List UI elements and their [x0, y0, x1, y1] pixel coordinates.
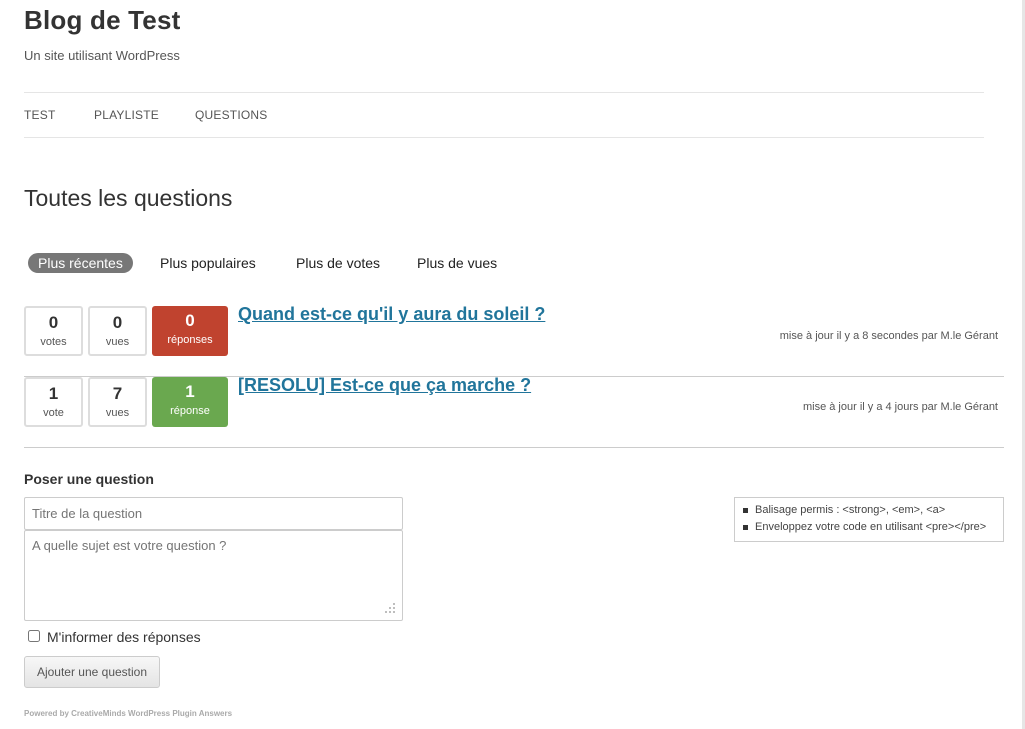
resize-grip-icon[interactable]	[383, 601, 397, 615]
votes-label: votes	[40, 336, 67, 348]
tab-most-votes[interactable]: Plus de votes	[286, 253, 390, 273]
votes-count-box: 1 vote	[24, 377, 83, 427]
answers-count-box: 1 réponse	[152, 377, 228, 427]
question-row: 1 vote 7 vues 1 réponse [RESOLU] Est-ce …	[24, 375, 1004, 448]
site-title[interactable]: Blog de Test	[24, 5, 180, 36]
hint-text: Balisage permis : <strong>, <em>, <a>	[755, 504, 946, 516]
views-count-box: 0 vues	[88, 306, 147, 356]
views-count: 7	[112, 384, 123, 403]
votes-label: vote	[43, 407, 64, 419]
hint-item: Balisage permis : <strong>, <em>, <a>	[741, 502, 997, 519]
tab-most-views[interactable]: Plus de vues	[407, 253, 507, 273]
tab-most-popular[interactable]: Plus populaires	[150, 253, 266, 273]
hint-text: Enveloppez votre code en utilisant <pre>…	[755, 521, 987, 533]
question-title-input[interactable]	[24, 497, 403, 530]
answers-count-box: 0 réponses	[152, 306, 228, 356]
site-description: Un site utilisant WordPress	[24, 48, 180, 63]
votes-count-box: 0 votes	[24, 306, 83, 356]
notify-checkbox[interactable]	[28, 630, 40, 642]
nav-item-test[interactable]: TEST	[24, 108, 55, 122]
add-question-button[interactable]: Ajouter une question	[24, 656, 160, 688]
views-label: vues	[105, 407, 130, 419]
bullet-icon	[743, 525, 748, 530]
views-count: 0	[112, 313, 123, 332]
answers-count: 0	[185, 311, 195, 330]
answers-label: réponses	[167, 334, 213, 346]
notify-label: M'informer des réponses	[47, 629, 201, 645]
powered-by-footer: Powered by CreativeMinds WordPress Plugi…	[24, 709, 233, 718]
nav-item-questions[interactable]: QUESTIONS	[195, 108, 267, 122]
hint-item: Enveloppez votre code en utilisant <pre>…	[741, 519, 997, 536]
page-title: Toutes les questions	[24, 185, 233, 211]
views-label: vues	[105, 336, 130, 348]
views-count-box: 7 vues	[88, 377, 147, 427]
votes-count: 1	[48, 384, 59, 403]
answers-count: 1	[185, 382, 195, 401]
nav-item-playliste[interactable]: PLAYLISTE	[94, 108, 159, 122]
main-navigation: TEST PLAYLISTE QUESTIONS	[24, 92, 984, 138]
ask-question-heading: Poser une question	[24, 471, 154, 487]
markup-hints-box: Balisage permis : <strong>, <em>, <a> En…	[734, 497, 1004, 542]
votes-count: 0	[48, 313, 59, 332]
answers-label: réponse	[170, 405, 210, 417]
question-meta: mise à jour il y a 8 secondes par M.le G…	[779, 330, 998, 342]
question-body-textarea[interactable]	[24, 530, 403, 621]
tab-most-recent[interactable]: Plus récentes	[28, 253, 133, 273]
question-title-link[interactable]: [RESOLU] Est-ce que ça marche ?	[238, 375, 531, 396]
bullet-icon	[743, 508, 748, 513]
question-row: 0 votes 0 vues 0 réponses Quand est-ce q…	[24, 304, 1004, 377]
question-meta: mise à jour il y a 4 jours par M.le Géra…	[802, 401, 998, 413]
question-title-link[interactable]: Quand est-ce qu'il y aura du soleil ?	[238, 304, 545, 325]
